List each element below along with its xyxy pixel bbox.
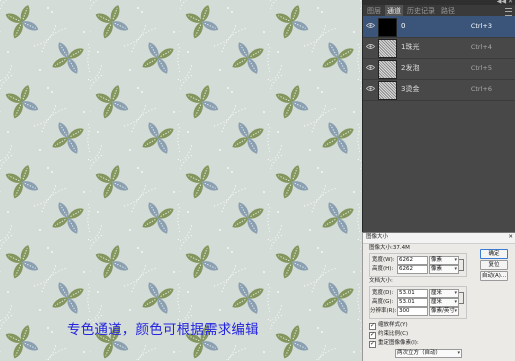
channel-row-1[interactable]: 1珠光 Ctrl+4	[363, 37, 515, 59]
eye-icon[interactable]	[366, 43, 375, 50]
channel-thumbnail	[378, 81, 397, 100]
panel-menu-icon[interactable]	[505, 8, 512, 16]
channel-row-3[interactable]: 3烫金 Ctrl+6	[363, 79, 515, 101]
scale-styles-checkbox[interactable]	[369, 322, 376, 330]
pixel-width-unit-select[interactable]: 像素	[429, 256, 459, 265]
reset-button[interactable]: 复位	[480, 260, 508, 270]
pixel-height-input[interactable]: 6262	[397, 265, 428, 274]
channel-name: 2发泡	[401, 64, 420, 72]
channels-panel: ◀◀ ✕ 图层 通道 历史记录 路径 0 Ctrl+3 1珠光 Ctrl+4 2…	[362, 0, 515, 232]
resolution-unit-select[interactable]: 像素/英寸	[429, 307, 459, 316]
channel-name: 3烫金	[401, 85, 420, 93]
pixel-width-input[interactable]: 6262	[397, 256, 428, 265]
auto-button[interactable]: 自动(A)...	[480, 271, 508, 281]
channel-thumbnail	[378, 60, 397, 79]
image-size-label: 图像大小:37.4M	[369, 245, 410, 251]
channel-name: 0	[401, 22, 406, 30]
caption-text: 专色通道，颜色可根据需求编辑	[67, 322, 259, 338]
scale-styles-label: 缩放样式(Y)	[378, 322, 408, 328]
channel-thumbnail	[378, 18, 397, 37]
pixel-height-unit-select[interactable]: 像素	[429, 265, 459, 274]
channel-shortcut: Ctrl+3	[470, 22, 492, 30]
doc-width-input[interactable]: 53.01	[397, 289, 428, 298]
pixel-height-label: 高度(H):	[372, 266, 394, 272]
channel-row-0[interactable]: 0 Ctrl+3	[363, 16, 515, 38]
pattern-canvas	[0, 0, 362, 360]
image-size-dialog: 图像大小 ✕ 图像大小:37.4M 宽度(W): 6262 像素 高度(H): …	[362, 232, 515, 361]
doc-link-bracket	[459, 292, 464, 304]
resolution-label: 分辨率(R):	[370, 308, 397, 314]
doc-height-unit-select[interactable]: 厘米	[429, 298, 459, 307]
doc-size-label: 文档大小:	[369, 278, 393, 284]
eye-icon[interactable]	[366, 22, 375, 29]
channel-thumbnail	[378, 39, 397, 58]
dialog-title: 图像大小	[366, 234, 389, 240]
resolution-input[interactable]: 300	[397, 307, 428, 316]
eye-icon[interactable]	[366, 64, 375, 71]
channel-name: 1珠光	[401, 43, 420, 51]
doc-width-unit-select[interactable]: 厘米	[429, 289, 459, 298]
channel-shortcut: Ctrl+6	[470, 85, 492, 93]
eye-icon[interactable]	[366, 85, 375, 92]
resample-method-select[interactable]: 两次立方（自动）	[395, 349, 462, 358]
pixel-link-bracket	[459, 259, 464, 271]
doc-height-input[interactable]: 53.01	[397, 298, 428, 307]
doc-height-label: 高度(G):	[372, 299, 394, 305]
dialog-title-bar: 图像大小 ✕	[363, 233, 515, 244]
close-icon[interactable]: ✕	[508, 234, 513, 241]
constrain-proportions-label: 约束比例(C)	[378, 331, 409, 337]
channel-shortcut: Ctrl+5	[470, 64, 492, 72]
pixel-width-label: 宽度(W):	[372, 257, 395, 263]
constrain-proportions-checkbox[interactable]	[369, 331, 376, 339]
resample-checkbox[interactable]	[369, 340, 376, 348]
channel-shortcut: Ctrl+4	[470, 43, 492, 51]
doc-width-label: 宽度(D):	[372, 290, 394, 296]
channel-row-2[interactable]: 2发泡 Ctrl+5	[363, 58, 515, 80]
ok-button[interactable]: 确定	[480, 249, 508, 259]
resample-label: 重定图像像素(I):	[378, 340, 419, 346]
